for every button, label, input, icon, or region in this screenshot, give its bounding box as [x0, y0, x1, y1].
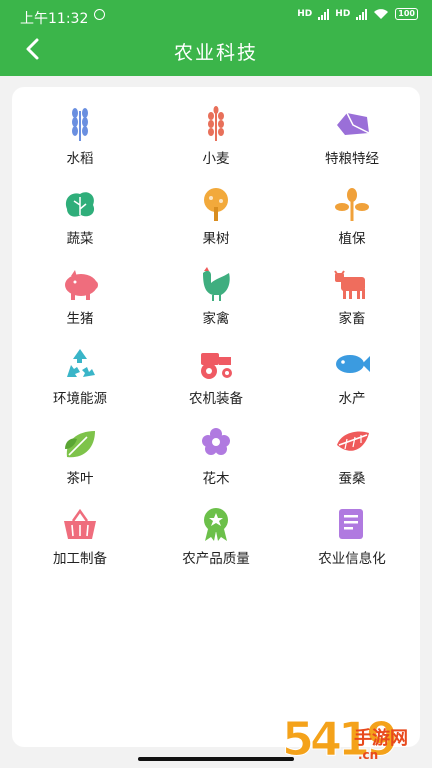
- status-bar: 上午11:32 HD HD 100: [0, 0, 432, 30]
- silkworm-leaf-icon: [337, 431, 369, 451]
- category-label: 家畜: [338, 311, 366, 327]
- alarm-icon: [94, 9, 105, 20]
- category-item[interactable]: 农机装备: [148, 345, 284, 425]
- category-label: 加工制备: [53, 551, 107, 567]
- wifi-icon: [374, 8, 389, 19]
- cow-icon: [334, 270, 365, 299]
- basket-icon: [64, 508, 96, 539]
- status-time: 上午11:32: [20, 11, 89, 27]
- wheat-icon: [208, 106, 224, 141]
- category-label: 环境能源: [53, 391, 107, 407]
- category-label: 蚕桑: [338, 471, 366, 487]
- category-label: 农机装备: [189, 391, 243, 407]
- vegetable-icon: [65, 192, 95, 217]
- category-item[interactable]: 花木: [148, 425, 284, 505]
- rooster-icon: [203, 267, 230, 301]
- tractor-icon: [201, 353, 232, 379]
- category-item[interactable]: 蔬菜: [12, 185, 148, 265]
- plant-protection-icon: [335, 188, 369, 221]
- category-label: 家禽: [202, 311, 230, 327]
- category-item[interactable]: 家禽: [148, 265, 284, 345]
- pig-icon: [65, 270, 98, 300]
- category-label: 生猪: [66, 311, 94, 327]
- rice-icon: [72, 108, 88, 141]
- sweet-potato-icon: [337, 112, 370, 135]
- watermark-logo: 5419 手游网 .cn: [281, 712, 408, 767]
- category-label: 植保: [338, 231, 366, 247]
- category-label: 花木: [202, 471, 230, 487]
- category-label: 农业信息化: [318, 551, 386, 567]
- category-item[interactable]: 蚕桑: [284, 425, 420, 505]
- category-label: 特粮特经: [325, 151, 379, 167]
- category-item[interactable]: 水产: [284, 345, 420, 425]
- category-label: 果树: [202, 231, 230, 247]
- quality-badge-icon: [204, 508, 228, 541]
- category-item[interactable]: 植保: [284, 185, 420, 265]
- tea-leaf-icon: [65, 431, 95, 458]
- category-item[interactable]: 环境能源: [12, 345, 148, 425]
- fish-icon: [336, 355, 370, 373]
- category-item[interactable]: 小麦: [148, 105, 284, 185]
- category-item[interactable]: 果树: [148, 185, 284, 265]
- battery-icon: 100: [395, 8, 418, 20]
- category-label: 小麦: [202, 151, 230, 167]
- app-header: 上午11:32 HD HD 100 农业科技: [0, 0, 432, 76]
- category-label: 茶叶: [66, 471, 94, 487]
- category-item[interactable]: 特粮特经: [284, 105, 420, 185]
- category-label: 水稻: [66, 151, 94, 167]
- home-indicator[interactable]: [138, 757, 294, 761]
- signal-label-1: HD: [297, 9, 313, 19]
- fruit-tree-icon: [204, 188, 228, 221]
- category-item[interactable]: 农产品质量: [148, 505, 284, 585]
- signal-icon-2: [356, 8, 368, 20]
- category-item[interactable]: 农业信息化: [284, 505, 420, 585]
- category-label: 农产品质量: [182, 551, 250, 567]
- status-icons: HD HD 100: [297, 8, 418, 20]
- category-grid: 水稻 小麦 特粮特经蔬菜 果树 植保生猪 家禽 家畜环境能源 农机装备 水产茶叶 花木 蚕桑加工制备…: [12, 105, 420, 585]
- category-item[interactable]: 茶叶: [12, 425, 148, 505]
- recycle-icon: [67, 349, 95, 377]
- signal-icon: [318, 8, 330, 20]
- category-label: 蔬菜: [66, 231, 94, 247]
- category-item[interactable]: 家畜: [284, 265, 420, 345]
- flower-icon: [202, 428, 230, 455]
- category-card: 水稻 小麦 特粮特经蔬菜 果树 植保生猪 家禽 家畜环境能源 农机装备 水产茶叶 花木 蚕桑加工制备…: [12, 87, 420, 747]
- category-item[interactable]: 水稻: [12, 105, 148, 185]
- signal-label-2: HD: [335, 9, 351, 19]
- category-item[interactable]: 加工制备: [12, 505, 148, 585]
- document-icon: [339, 509, 363, 539]
- category-label: 水产: [338, 391, 366, 407]
- category-item[interactable]: 生猪: [12, 265, 148, 345]
- page-title: 农业科技: [173, 42, 258, 64]
